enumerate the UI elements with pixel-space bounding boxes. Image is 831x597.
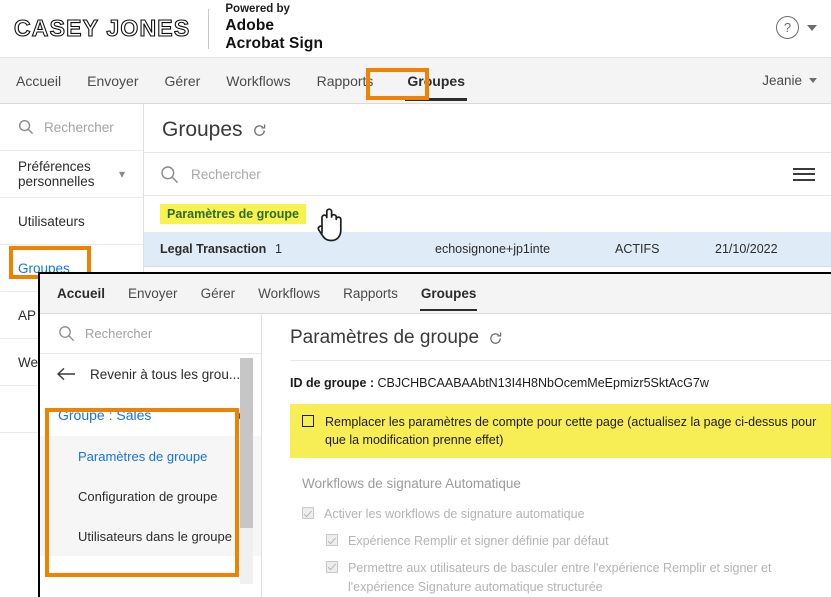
help-circle-icon[interactable]: ?	[776, 16, 799, 39]
adobe-label: Adobe	[225, 17, 275, 34]
chevron-down-icon[interactable]	[807, 24, 817, 31]
sidebar-item-label: We	[18, 354, 39, 370]
fg-tab-workflows[interactable]: Workflows	[257, 283, 321, 304]
sidebar-item-label: AP	[18, 307, 37, 323]
sidebar-item-utilisateurs[interactable]: Utilisateurs	[0, 198, 143, 245]
sidebar-item-label: Préférences personnelles	[18, 159, 95, 189]
checkbox-checked-icon[interactable]	[326, 560, 338, 573]
back-to-all-groups[interactable]: Revenir à tous les grou...	[40, 354, 261, 394]
fg-page-title: Paramètres de groupe	[290, 314, 831, 360]
override-banner-text: Remplacer les paramètres de compte pour …	[325, 415, 817, 448]
group-id-value: CBJCHBCAABAAbtN13I4H8NbOcemMeEpmizr5SktA…	[377, 376, 709, 390]
refresh-icon[interactable]	[488, 331, 503, 346]
user-name: Jeanie	[762, 73, 802, 88]
page-title: Groupes	[144, 104, 831, 152]
brand-logo: CASEY JONES	[13, 14, 191, 41]
sidebar-item-label: Utilisateurs	[18, 213, 85, 229]
option-experience-remplir-signer[interactable]: Expérience Remplir et signer définie par…	[290, 528, 831, 555]
group-sub-menu: Paramètres de groupe Configuration de gr…	[40, 436, 261, 556]
sidebar-search[interactable]: Rechercher	[0, 104, 143, 151]
table-row[interactable]: Legal Transaction 1 echosignone+jp1inte …	[144, 232, 831, 267]
fg-tab-gerer[interactable]: Gérer	[200, 283, 237, 304]
refresh-icon[interactable]	[252, 123, 267, 138]
tab-rapports[interactable]: Rapports	[315, 69, 376, 93]
option-label: Permettre aux utilisateurs de basculer e…	[348, 560, 772, 594]
scrollbar-thumb[interactable]	[240, 358, 253, 528]
search-icon	[18, 119, 34, 135]
group-id-row: ID de groupe : CBJCHBCAABAAbtN13I4H8NbOc…	[290, 361, 831, 404]
search-icon	[59, 326, 75, 342]
sidebar-item-configuration-de-groupe[interactable]: Configuration de groupe	[40, 476, 261, 516]
sidebar-search-placeholder: Rechercher	[44, 119, 114, 135]
powered-by-block: Powered by Adobe Acrobat Sign	[225, 3, 323, 53]
sub-item-label: Configuration de groupe	[78, 488, 218, 504]
group-id-label: ID de groupe :	[290, 376, 375, 390]
fg-page-title-text: Paramètres de groupe	[290, 327, 480, 348]
page-title-text: Groupes	[162, 118, 243, 141]
checkbox-checked-icon[interactable]	[302, 507, 314, 520]
cell-email: echosignone+jp1inte	[435, 242, 551, 256]
foreground-main: Paramètres de groupe ID de groupe : CBJC…	[262, 314, 831, 597]
background-window-header: CASEY JONES Powered by Adobe Acrobat Sig…	[0, 0, 831, 58]
tab-groupes[interactable]: Groupes	[405, 69, 467, 101]
brand-divider	[208, 8, 210, 49]
fg-tab-envoyer[interactable]: Envoyer	[127, 283, 179, 304]
fg-tab-rapports[interactable]: Rapports	[342, 283, 399, 304]
override-settings-banner[interactable]: Remplacer les paramètres de compte pour …	[290, 404, 831, 459]
arrow-left-icon	[56, 367, 75, 381]
chevron-down-icon[interactable]	[809, 78, 817, 83]
sidebar-item-utilisateurs-dans-le-groupe[interactable]: Utilisateurs dans le groupe	[40, 516, 261, 556]
user-menu[interactable]: Jeanie	[762, 73, 817, 88]
cell-count: 1	[275, 242, 282, 256]
chevron-down-icon[interactable]: ▾	[119, 167, 125, 181]
tooltip-parametres-de-groupe: Paramètres de groupe	[160, 204, 306, 224]
fg-tab-groupes[interactable]: Groupes	[419, 283, 478, 311]
powered-by-label: Powered by	[225, 3, 290, 16]
sidebar-item-preferences[interactable]: Préférences personnelles ▾	[0, 151, 143, 198]
foreground-nav-bar: Accueil Envoyer Gérer Workflows Rapports…	[40, 274, 831, 314]
sidebar-scrollbar[interactable]	[240, 358, 253, 584]
groups-search-bar[interactable]: Rechercher	[144, 152, 831, 196]
option-label: Activer les workflows de signature autom…	[324, 507, 585, 522]
foreground-window: Accueil Envoyer Gérer Workflows Rapports…	[38, 272, 831, 597]
cell-status: ACTIFS	[615, 242, 660, 256]
tab-envoyer[interactable]: Envoyer	[85, 69, 140, 93]
tab-workflows[interactable]: Workflows	[224, 69, 292, 93]
sub-item-label: Utilisateurs dans le groupe	[78, 528, 232, 544]
tooltip-row: Paramètres de groupe	[144, 196, 831, 232]
group-header-sales[interactable]: Groupe : Sales ▴	[40, 394, 261, 436]
back-label: Revenir à tous les grou...	[90, 366, 241, 382]
acrobat-sign-label: Acrobat Sign	[225, 35, 324, 53]
background-nav-bar: Accueil Envoyer Gérer Workflows Rapports…	[0, 58, 831, 104]
tab-accueil[interactable]: Accueil	[14, 69, 63, 93]
fg-tab-accueil[interactable]: Accueil	[56, 283, 106, 304]
option-label: Expérience Remplir et signer définie par…	[348, 534, 609, 548]
section-title-workflows: Workflows de signature Automatique	[302, 476, 521, 492]
override-checkbox[interactable]	[302, 415, 314, 427]
foreground-sidebar: Rechercher Revenir à tous les grou... Gr…	[40, 314, 262, 597]
checkbox-checked-icon[interactable]	[326, 534, 338, 546]
sidebar-item-parametres-de-groupe[interactable]: Paramètres de groupe	[40, 436, 261, 476]
option-permettre-basculer[interactable]: Permettre aux utilisateurs de basculer e…	[290, 555, 831, 597]
foreground-body: Rechercher Revenir à tous les grou... Gr…	[40, 314, 831, 597]
fg-sidebar-search[interactable]: Rechercher	[40, 314, 261, 354]
application-window: CASEY JONES Powered by Adobe Acrobat Sig…	[0, 0, 831, 597]
cell-date: 21/10/2022	[715, 242, 778, 256]
search-icon	[161, 165, 179, 183]
tab-gerer[interactable]: Gérer	[163, 69, 203, 93]
option-activer-workflows[interactable]: Activer les workflows de signature autom…	[290, 501, 831, 528]
groups-search-placeholder: Rechercher	[191, 166, 261, 182]
hamburger-menu-icon[interactable]	[793, 167, 815, 181]
help-menu[interactable]: ?	[776, 16, 817, 39]
group-header-label: Groupe : Sales	[58, 407, 152, 423]
fg-search-placeholder: Rechercher	[85, 326, 153, 341]
cell-group-name: Legal Transaction	[160, 242, 267, 256]
sub-item-label: Paramètres de groupe	[78, 448, 208, 464]
